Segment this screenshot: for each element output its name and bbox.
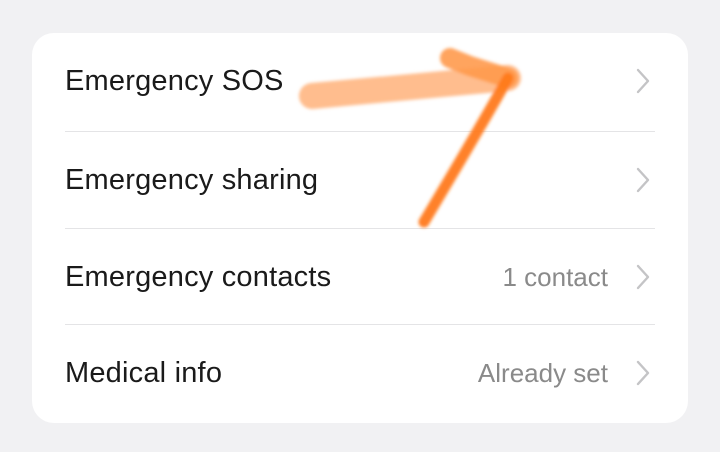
emergency-settings-card: Emergency SOS Emergency sharing Emergenc… <box>32 33 688 423</box>
settings-row-emergency-sos[interactable]: Emergency SOS <box>32 33 688 129</box>
settings-row-label: Emergency SOS <box>65 64 284 97</box>
chevron-right-icon <box>636 167 650 193</box>
settings-row-emergency-contacts[interactable]: Emergency contacts 1 contact <box>32 229 688 325</box>
settings-row-value: 1 contact <box>502 262 608 292</box>
settings-row-emergency-sharing[interactable]: Emergency sharing <box>32 132 688 228</box>
chevron-right-icon <box>636 68 650 94</box>
settings-row-label: Emergency contacts <box>65 260 332 293</box>
settings-row-label: Medical info <box>65 356 223 389</box>
chevron-right-icon <box>636 264 650 290</box>
settings-row-label: Emergency sharing <box>65 163 319 196</box>
settings-row-medical-info[interactable]: Medical info Already set <box>32 325 688 421</box>
settings-row-value: Already set <box>477 358 608 388</box>
chevron-right-icon <box>636 360 650 386</box>
